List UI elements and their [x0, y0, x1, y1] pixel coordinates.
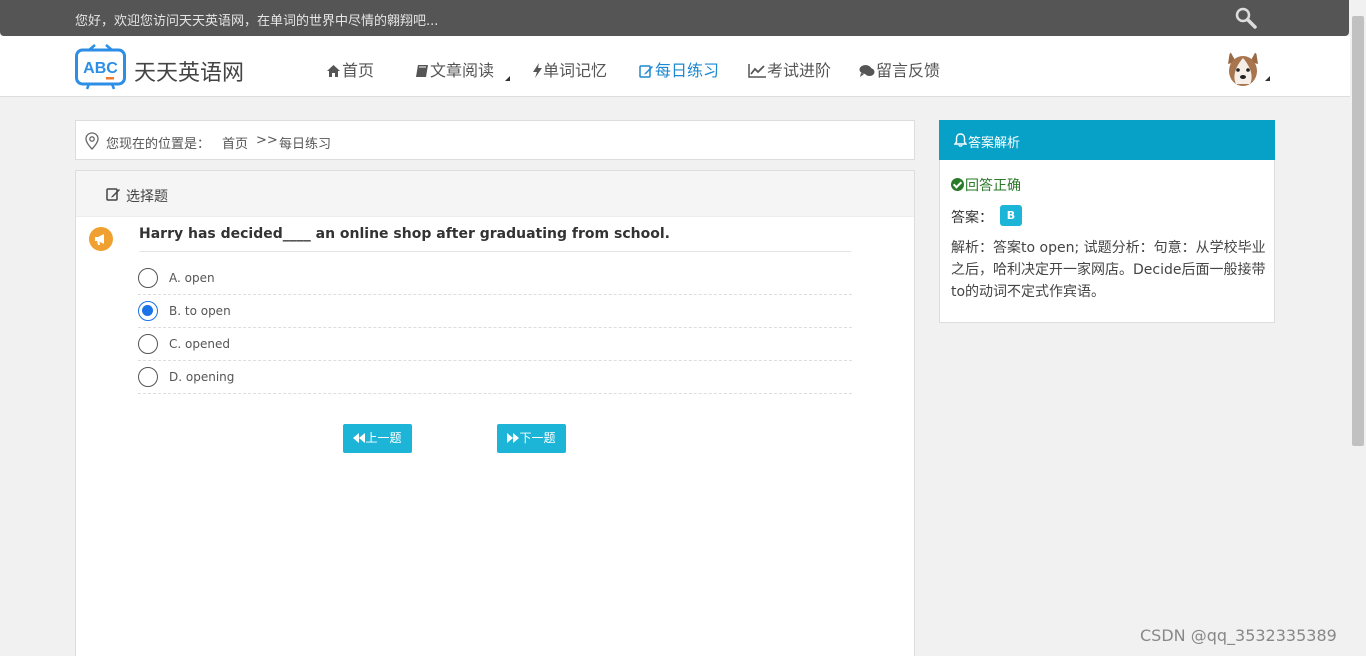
svg-text:ABC: ABC	[83, 60, 118, 77]
answer-badge: B	[1000, 205, 1022, 226]
answer-panel-header: 答案解析	[939, 120, 1275, 160]
option-a-radio[interactable]	[138, 268, 158, 288]
question-panel-header: 选择题	[76, 171, 914, 217]
check-circle-icon	[951, 178, 964, 191]
option-a[interactable]: A. open	[138, 262, 852, 295]
scrollbar-thumb[interactable]	[1352, 16, 1364, 446]
nav-daily-practice-label: 每日练习	[655, 61, 720, 80]
option-d-label: D. opening	[169, 370, 235, 384]
nav-articles-label: 文章阅读	[430, 61, 495, 80]
nav-words-label: 单词记忆	[543, 61, 608, 80]
answer-panel: 答案解析 回答正确 答案： B 解析：答案to open; 试题分析：句意：从学…	[939, 120, 1275, 323]
logo[interactable]: ABC	[75, 44, 127, 90]
nav-words[interactable]: 单词记忆	[533, 57, 607, 82]
edit-icon	[639, 63, 654, 82]
welcome-text: 您好，欢迎您访问天天英语网，在单词的世界中尽情的翱翔吧...	[75, 14, 439, 29]
answer-analysis: 解析：答案to open; 试题分析：句意：从学校毕业之后，哈利决定开一家网店。…	[951, 240, 1266, 300]
next-question-button[interactable]: 下一题	[497, 424, 566, 453]
nav-home[interactable]: 首页	[326, 57, 374, 82]
comments-icon	[859, 63, 875, 82]
question-text: Harry has decided____ an online shop aft…	[139, 226, 670, 242]
nav-exam-label: 考试进阶	[767, 61, 832, 80]
question-type-title: 选择题	[126, 189, 168, 205]
nav-home-label: 首页	[342, 61, 375, 80]
nav-exam[interactable]: 考试进阶	[748, 57, 831, 82]
line-chart-icon	[748, 63, 766, 82]
option-b[interactable]: B. to open	[138, 295, 852, 328]
question-divider	[139, 251, 851, 252]
nav-articles[interactable]: 文章阅读	[415, 57, 494, 82]
backward-icon	[353, 425, 366, 454]
breadcrumb-current-link[interactable]: 每日练习	[279, 133, 331, 152]
option-c[interactable]: C. opened	[138, 328, 852, 361]
prev-question-button[interactable]: 上一题	[343, 424, 412, 453]
forward-icon	[507, 425, 520, 454]
nav-feedback-label: 留言反馈	[876, 61, 941, 80]
brand-name[interactable]: 天天英语网	[134, 55, 244, 87]
answer-status-text: 回答正确	[965, 178, 1021, 194]
option-c-label: C. opened	[169, 337, 230, 351]
breadcrumb-label: 您现在的位置是：	[106, 137, 211, 152]
edit-icon	[106, 187, 121, 205]
home-icon	[326, 63, 341, 82]
option-d-radio[interactable]	[138, 367, 158, 387]
page-scrollbar[interactable]	[1350, 0, 1366, 656]
watermark: CSDN @qq_3532335389	[1140, 626, 1337, 645]
main-navbar: ABC 天天英语网 首页 文章阅读 单词记忆 每日练习 考试进阶 留言反馈	[0, 36, 1350, 97]
book-icon	[415, 63, 429, 82]
breadcrumb-separator: >>	[256, 133, 278, 148]
bell-icon	[953, 133, 968, 151]
next-question-label: 下一题	[519, 431, 556, 445]
option-a-label: A. open	[169, 271, 215, 285]
welcome-bar: 您好，欢迎您访问天天英语网，在单词的世界中尽情的翱翔吧...	[0, 0, 1349, 36]
search-icon[interactable]	[1234, 6, 1258, 30]
breadcrumb: 您现在的位置是： 首页 >> 每日练习	[75, 120, 915, 160]
option-c-radio[interactable]	[138, 334, 158, 354]
prev-question-label: 上一题	[365, 431, 402, 445]
option-d[interactable]: D. opening	[138, 361, 852, 394]
answer-label: 答案：	[951, 210, 993, 226]
nav-daily-practice[interactable]: 每日练习	[639, 57, 719, 82]
breadcrumb-home-link[interactable]: 首页	[222, 133, 248, 152]
user-menu-caret[interactable]	[1265, 76, 1270, 81]
option-b-label: B. to open	[169, 304, 231, 318]
location-pin-icon	[85, 132, 99, 154]
answer-panel-title: 答案解析	[968, 136, 1021, 151]
megaphone-icon	[89, 227, 113, 251]
nav-feedback[interactable]: 留言反馈	[859, 57, 940, 82]
question-panel: 选择题 Harry has decided____ an online shop…	[75, 170, 915, 656]
articles-dropdown-caret[interactable]	[505, 76, 510, 81]
bolt-icon	[533, 63, 542, 82]
answer-status: 回答正确	[951, 175, 1021, 195]
husky-avatar[interactable]	[1224, 48, 1262, 88]
option-b-radio[interactable]	[138, 301, 158, 321]
